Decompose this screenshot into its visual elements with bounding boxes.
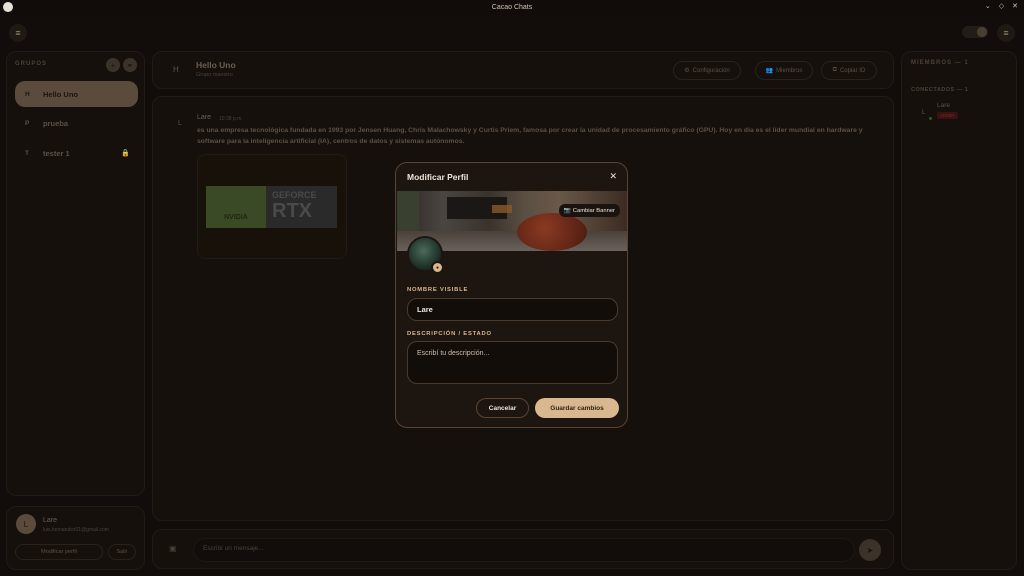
edit-profile-button[interactable]: Modificar perfil [15,544,103,560]
user-panel: L Lare luis.hernandez01@gmail.com Modifi… [6,506,145,570]
channel-title: Hello Uno [196,60,236,70]
group-item-prueba[interactable]: P prueba [15,110,138,136]
close-window-icon[interactable]: ✕ [1012,2,1018,10]
logout-button[interactable]: Salir [108,544,136,560]
maximize-icon[interactable]: ◇ [999,2,1004,10]
users-icon: 👥 [765,68,774,74]
role-badge: ADMIN [937,112,958,119]
send-icon[interactable]: ➤ [859,539,881,561]
group-initial: P [25,119,30,127]
members-panel: MIEMBROS — 1 CONECTADOS — 1 L Lare ADMIN [901,51,1017,570]
channel-subtitle: Grupo maestro [196,72,233,78]
settings-button[interactable]: ⚙ Configuración [673,61,741,80]
user-email: luis.hernandez01@gmail.com [43,527,109,533]
window-titlebar: Cacao Chats ⌄ ◇ ✕ [0,0,1024,15]
message-author: Lare [197,114,212,121]
member-name[interactable]: Lare [937,102,950,109]
copy-id-label: Copiar ID [839,67,866,74]
close-icon[interactable]: ✕ [609,171,617,182]
image-upload-icon[interactable]: ▣ [169,544,177,553]
gear-icon: ⚙ [684,68,690,74]
save-button[interactable]: Guardar cambios [535,398,619,418]
lock-icon: 🔒 [121,150,130,157]
message-input[interactable] [193,538,855,562]
online-status-icon [929,117,932,120]
nvidia-rtx-image: NVIDIA GEFORCE RTX [206,186,337,228]
groups-header: GRUPOS [15,61,48,67]
group-initial: H [25,90,30,98]
copy-icon: ⧉ [832,67,837,73]
group-item-tester-1[interactable]: T tester 1 🔒 [15,140,138,166]
message-time: 10:38 p.m. [219,116,243,122]
group-initial: T [25,149,29,157]
message-input-placeholder: Escribí un mensaje... [203,545,264,552]
group-name: prueba [43,118,69,128]
members-label: Miembros [776,67,803,74]
member-initial: L [922,110,926,116]
nvidia-logo: NVIDIA [206,186,266,228]
copy-id-button[interactable]: ⧉ Copiar ID [821,61,877,80]
theme-toggle[interactable] [962,26,988,38]
members-list-icon[interactable]: ≡ [997,24,1015,42]
avatar[interactable]: L [16,514,36,534]
change-banner-label: Cambiar Banner [572,207,615,214]
message-image[interactable]: NVIDIA GEFORCE RTX [197,154,347,259]
minimize-icon[interactable]: ⌄ [985,2,991,10]
change-banner-button[interactable]: 📷 Cambiar Banner [558,204,620,217]
online-header: CONECTADOS — 1 [911,87,969,93]
group-name: tester 1 [43,148,70,158]
camera-icon: 📷 [563,207,571,214]
settings-label: Configuración [692,67,730,74]
geforce-text: GEFORCE [272,190,317,200]
add-group-icon[interactable]: + [106,58,120,72]
group-item-hello-uno[interactable]: H Hello Uno [15,81,138,107]
link-icon[interactable]: ⚭ [123,58,137,72]
message-composer: ▣ Escribí un mensaje... ➤ [152,529,894,569]
edit-profile-modal: Modificar Perfil ✕ 📷 Cambiar Banner ● NOM… [395,162,628,428]
display-name-input[interactable]: Lare [407,298,618,321]
rtx-text: RTX [272,200,312,222]
message-text: es una empresa tecnológica fundada en 19… [197,127,863,145]
modal-title: Modificar Perfil [407,172,469,182]
banner-light [492,205,512,213]
members-button[interactable]: 👥 Miembros [755,61,813,80]
geforce-rtx-logo: GEFORCE RTX [272,190,317,222]
toggle-knob [977,27,987,37]
channel-initial: H [173,65,179,74]
message-avatar[interactable]: L [178,120,182,127]
change-avatar-camera-icon[interactable]: ● [431,261,444,274]
menu-icon[interactable]: ≡ [9,24,27,42]
group-name: Hello Uno [43,89,78,99]
banner-cacao-pod [517,213,587,251]
app-logo-icon [3,2,13,12]
groups-sidebar: GRUPOS + ⚭ H Hello Uno P prueba T tester… [6,51,145,496]
window-title: Cacao Chats [491,4,533,11]
cancel-button[interactable]: Cancelar [476,398,529,418]
members-header: MIEMBROS — 1 [911,60,969,66]
channel-header: H Hello Uno Grupo maestro ⚙ Configuración… [152,51,894,89]
description-label: DESCRIPCIÓN / ESTADO [407,331,492,337]
user-name: Lare [43,517,58,524]
display-name-label: NOMBRE VISIBLE [407,287,469,293]
description-textarea[interactable]: Escribí tu descripción... [407,341,618,384]
